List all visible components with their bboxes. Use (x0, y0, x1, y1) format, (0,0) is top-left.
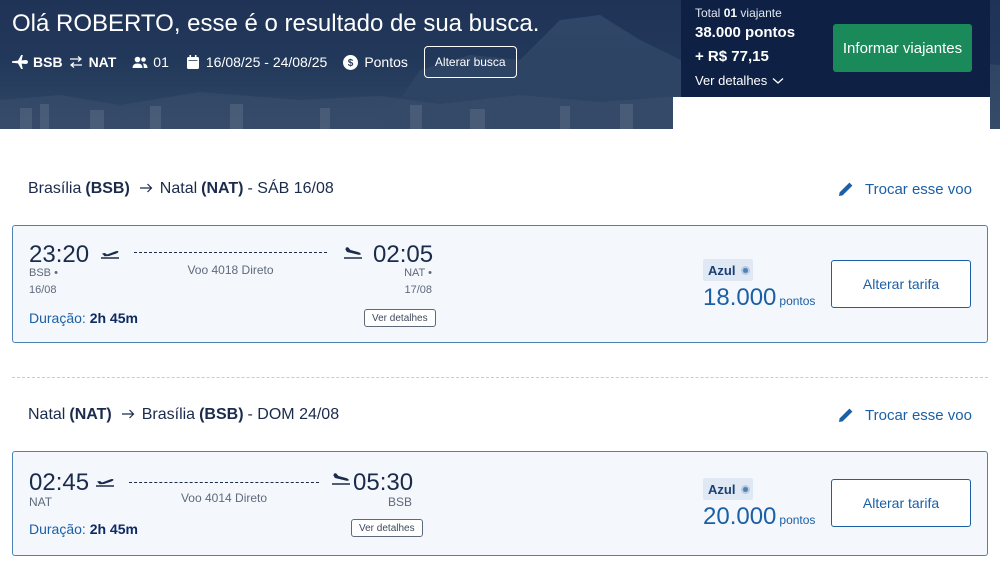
leg-from-code: (NAT) (69, 406, 112, 423)
departure-time: 23:20 (29, 241, 90, 268)
leg-to-code: (NAT) (201, 180, 244, 197)
booking-summary-panel: Total 01 viajante 38.000 pontos + R$ 77,… (681, 0, 990, 97)
takeoff-icon (96, 479, 114, 487)
flight-card-outbound: 23:20 Voo 4018 Direto 02:05 BSB • 16/08 … (12, 225, 988, 343)
leg-to-code: (BSB) (199, 406, 244, 423)
flight-duration: Duração: 2h 45m (29, 310, 138, 326)
total-label: Total (695, 6, 721, 20)
flight-number: Voo 4014 Direto (180, 491, 268, 505)
change-fare-button[interactable]: Alterar tarifa (831, 479, 971, 527)
leg-title-outbound: Brasília (BSB) Natal (NAT) - SÁB 16/08 (28, 180, 334, 198)
pencil-icon (839, 182, 853, 196)
leg-date: - SÁB 16/08 (247, 180, 334, 197)
leg-title-return: Natal (NAT) Brasília (BSB) - DOM 24/08 (28, 406, 339, 424)
arrow-right-icon (121, 406, 135, 424)
total-points: 38.000 pontos (695, 24, 796, 41)
leg-to-city: Brasília (141, 406, 196, 423)
coin-icon: $ (343, 54, 359, 70)
summary-details-label: Ver detalhes (695, 73, 768, 88)
pencil-icon (839, 408, 853, 422)
flight-path-line (129, 482, 319, 483)
fare-price: 18.000 pontos (703, 284, 815, 312)
change-flight-return-link[interactable]: Trocar esse voo (837, 406, 972, 424)
duration-label: Duração: (29, 521, 86, 537)
airline-badge: Azul (703, 478, 754, 500)
origin-code: BSB (33, 54, 63, 70)
departure-date: 16/08 (29, 284, 57, 296)
flight-number: Voo 4018 Direto (187, 263, 274, 277)
airline-name: Azul (708, 262, 736, 278)
swap-arrows-icon (69, 56, 83, 68)
arrival-airport: NAT • (404, 267, 432, 279)
landing-icon (332, 473, 350, 485)
leg-from-code: (BSB) (85, 180, 130, 197)
price-unit: pontos (779, 513, 816, 527)
travel-dates: 16/08/25 - 24/08/25 (205, 54, 328, 70)
change-fare-button[interactable]: Alterar tarifa (831, 260, 971, 308)
leg-from-city: Natal (28, 406, 66, 423)
duration-label: Duração: (29, 310, 86, 326)
flight-path-line (134, 252, 327, 253)
section-divider (12, 377, 988, 378)
passenger-count: 01 (153, 54, 169, 70)
svg-text:$: $ (348, 58, 354, 69)
airline-badge: Azul (703, 259, 754, 281)
chevron-down-icon (772, 77, 784, 84)
takeoff-icon (101, 251, 119, 259)
price-value: 18.000 (703, 284, 777, 311)
airline-name: Azul (708, 481, 736, 497)
arrival-date: 17/08 (404, 284, 432, 296)
duration-value: 2h 45m (89, 521, 138, 537)
traveler-count: 01 (723, 6, 738, 20)
price-unit: pontos (779, 294, 816, 308)
duration-value: 2h 45m (89, 310, 138, 326)
calendar-icon (186, 55, 199, 69)
change-flight-outbound-link[interactable]: Trocar esse voo (837, 180, 972, 198)
search-summary-row: BSB NAT 01 16/08/25 - 24/08/25 $ Pontos … (12, 46, 517, 78)
departure-airport: BSB • (29, 267, 58, 279)
arrival-time: 05:30 (353, 469, 414, 496)
passengers-icon (132, 56, 148, 69)
traveler-total: Total 01 viajante (695, 6, 782, 20)
payment-type: Pontos (364, 54, 408, 70)
greeting-title: Olá ROBERTO, esse é o resultado de sua b… (12, 10, 540, 37)
change-flight-label: Trocar esse voo (865, 180, 972, 198)
alter-search-button[interactable]: Alterar busca (423, 46, 517, 78)
summary-details-link[interactable]: Ver detalhes (695, 73, 784, 88)
leg-from-city: Brasília (28, 180, 82, 197)
airline-logo-icon (743, 267, 749, 273)
summary-spacer (673, 97, 990, 129)
price-value: 20.000 (703, 503, 777, 530)
airline-logo-icon (743, 486, 749, 492)
flight-card-return: 02:45 Voo 4014 Direto 05:30 NAT BSB Dura… (12, 451, 988, 556)
arrival-airport: BSB (387, 495, 412, 509)
arrow-right-icon (139, 180, 153, 198)
total-money: + R$ 77,15 (695, 48, 769, 65)
fare-price: 20.000 pontos (703, 503, 815, 531)
arrival-time: 02:05 (373, 241, 434, 268)
flight-details-button[interactable]: Ver detalhes (351, 519, 423, 537)
flight-details-button[interactable]: Ver detalhes (364, 309, 436, 327)
departure-time: 02:45 (29, 469, 90, 496)
leg-date: - DOM 24/08 (247, 406, 340, 423)
inform-travelers-button[interactable]: Informar viajantes (833, 24, 972, 72)
traveler-label: viajante (740, 6, 782, 20)
destination-code: NAT (88, 54, 117, 70)
flight-duration: Duração: 2h 45m (29, 521, 138, 537)
leg-to-city: Natal (159, 180, 198, 197)
departure-airport: NAT (29, 495, 53, 509)
change-flight-label: Trocar esse voo (865, 406, 972, 424)
airplane-icon (12, 55, 28, 69)
landing-icon (344, 247, 362, 259)
